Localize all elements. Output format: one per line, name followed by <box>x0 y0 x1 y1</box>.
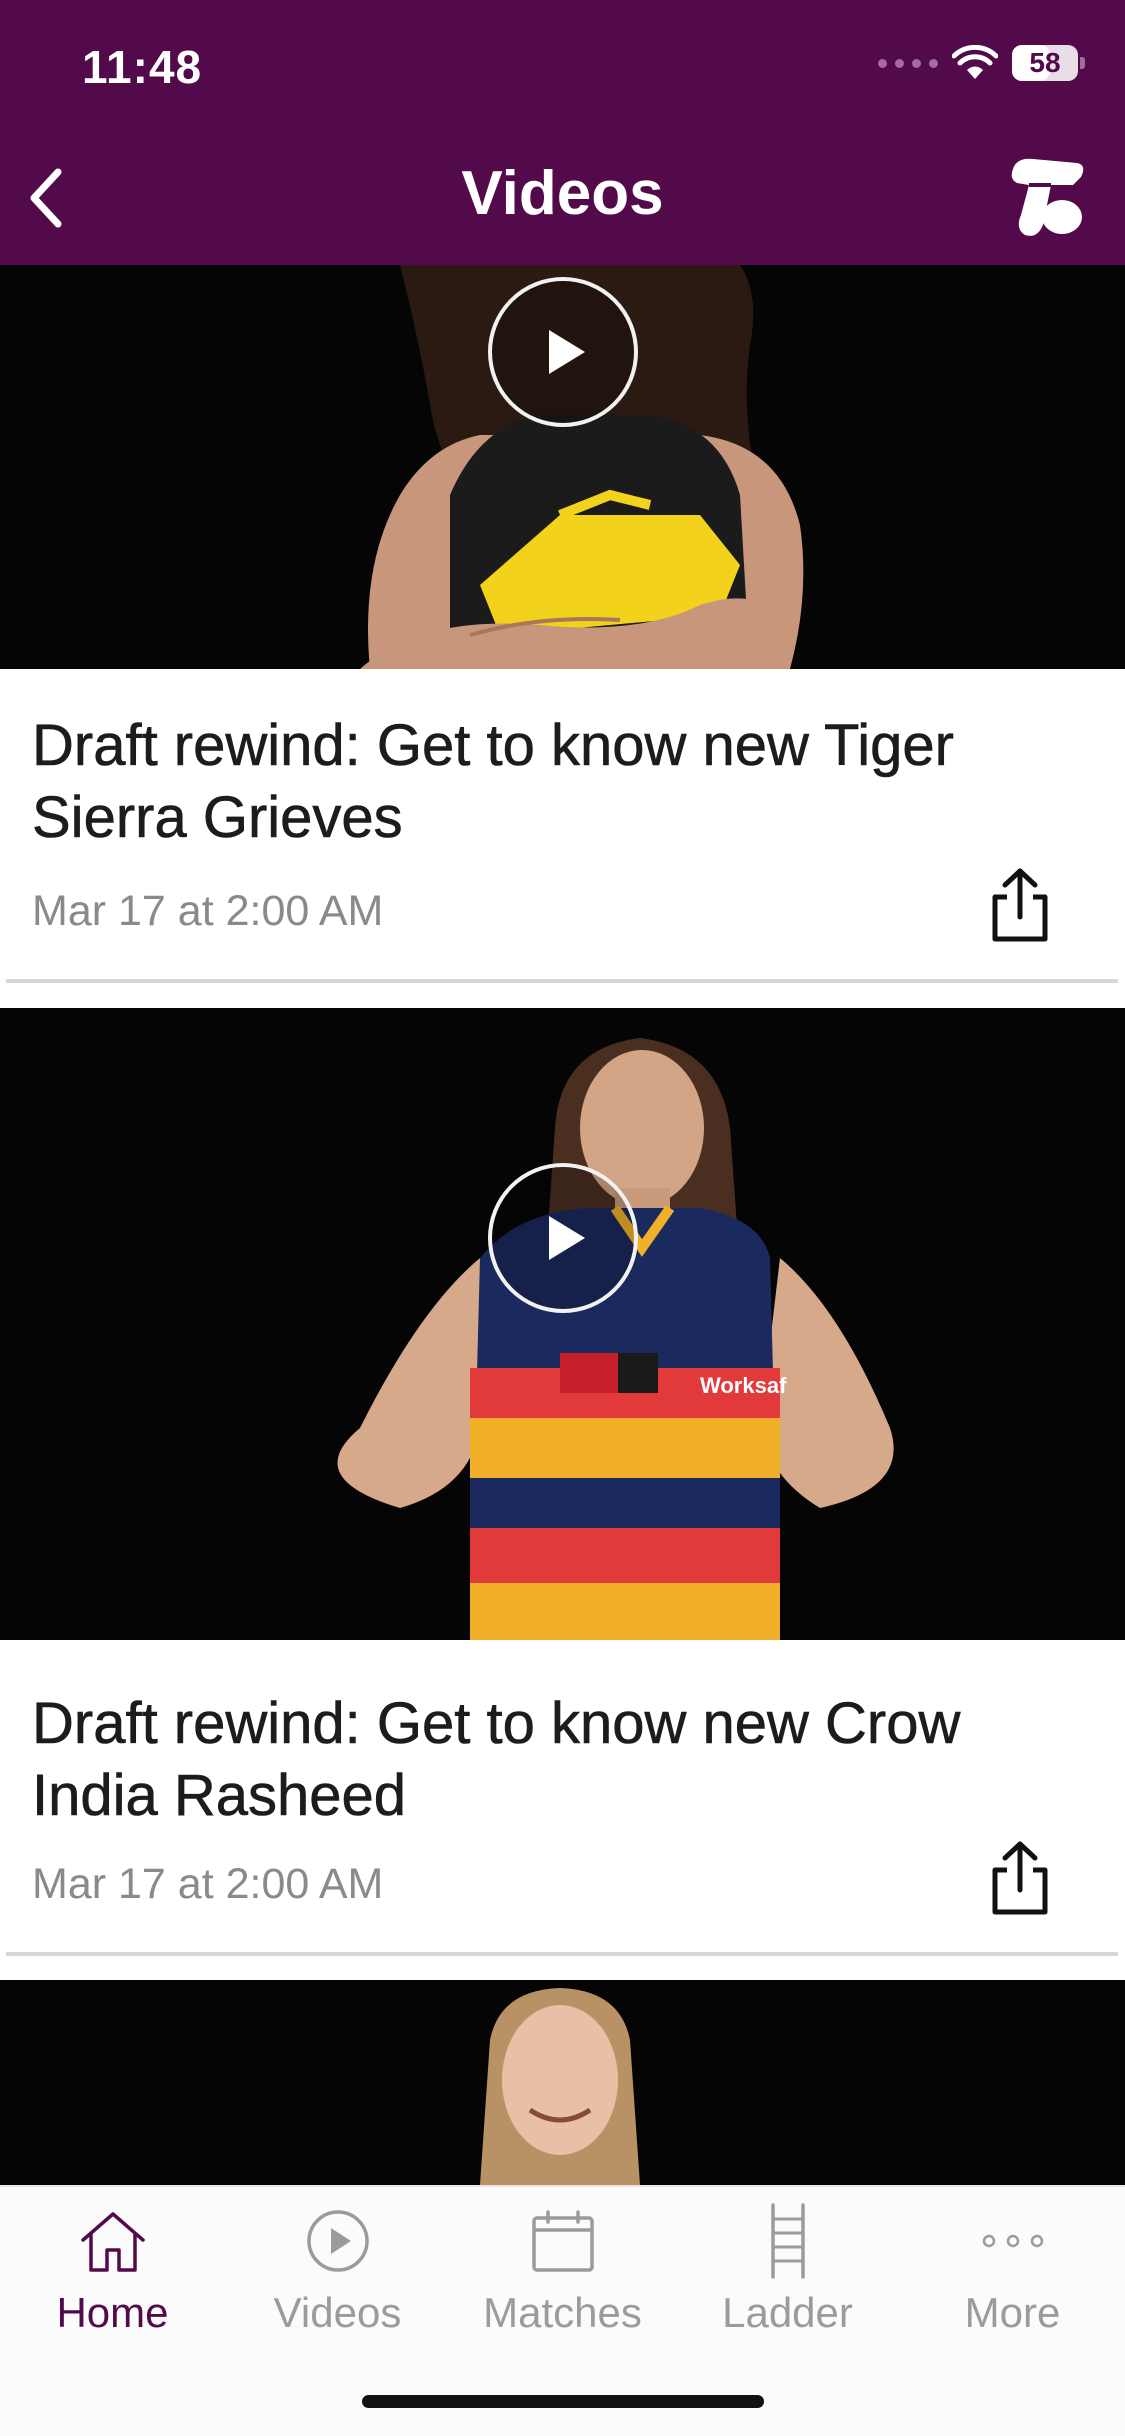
tab-home[interactable]: Home <box>0 2187 225 2387</box>
card-divider <box>6 979 1118 983</box>
video-thumbnail[interactable] <box>0 1980 1125 2185</box>
video-date: Mar 17 at 2:00 AM <box>32 1860 384 1908</box>
cellular-signal-icon <box>878 58 938 68</box>
page-title: Videos <box>461 159 664 228</box>
video-date: Mar 17 at 2:00 AM <box>32 887 384 935</box>
tab-label: Videos <box>273 2289 402 2336</box>
video-title[interactable]: Draft rewind: Get to know new Crow India… <box>32 1688 1032 1832</box>
play-icon <box>549 1216 585 1260</box>
more-dots-icon <box>982 2234 1043 2248</box>
card-divider <box>6 1952 1118 1956</box>
tab-matches[interactable]: Matches <box>450 2187 675 2387</box>
telstra-logo-icon[interactable] <box>1007 155 1087 241</box>
share-icon <box>992 868 1048 942</box>
tab-label: Ladder <box>722 2289 853 2336</box>
status-indicators: 58 <box>878 45 1085 81</box>
video-card[interactable]: Worksaf Draft rewind: Get to know new Cr… <box>0 1008 1125 1828</box>
player-photo <box>0 1980 1125 2185</box>
home-indicator[interactable] <box>362 2395 764 2408</box>
play-button[interactable] <box>488 1163 638 1313</box>
share-button[interactable] <box>985 1838 1055 1918</box>
calendar-icon <box>531 2210 594 2272</box>
tab-more[interactable]: More <box>900 2187 1125 2387</box>
video-thumbnail[interactable] <box>0 265 1125 669</box>
share-button[interactable] <box>985 865 1055 945</box>
svg-text:Worksaf: Worksaf <box>700 1373 787 1398</box>
video-feed[interactable]: Draft rewind: Get to know new Tiger Sier… <box>0 265 1125 2185</box>
status-time: 11:48 <box>82 41 203 93</box>
tab-label: More <box>964 2289 1061 2336</box>
top-app-bar: 11:48 58 Videos <box>0 0 1125 265</box>
battery-icon: 58 <box>1012 45 1078 81</box>
player-photo: Worksaf <box>0 1008 1125 1640</box>
tab-videos[interactable]: Videos <box>225 2187 450 2387</box>
battery-level: 58 <box>1029 47 1061 78</box>
wifi-icon <box>952 45 998 79</box>
share-icon <box>992 1841 1048 1915</box>
play-circle-icon <box>306 2210 369 2272</box>
ladder-icon <box>770 2203 805 2279</box>
play-button[interactable] <box>488 277 638 427</box>
video-title[interactable]: Draft rewind: Get to know new Tiger Sier… <box>32 710 1032 854</box>
video-thumbnail[interactable]: Worksaf <box>0 1008 1125 1640</box>
play-icon <box>549 330 585 374</box>
tab-ladder[interactable]: Ladder <box>675 2187 900 2387</box>
tab-label: Home <box>56 2289 169 2336</box>
video-card[interactable]: Draft rewind: Get to know new Tiger Sier… <box>0 265 1125 990</box>
tab-label: Matches <box>483 2289 642 2336</box>
home-icon <box>80 2212 145 2272</box>
